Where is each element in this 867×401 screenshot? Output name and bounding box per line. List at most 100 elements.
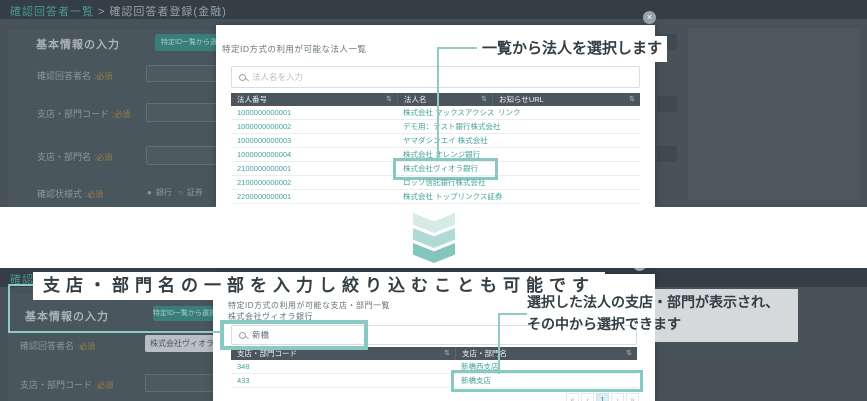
table-row[interactable]: 2100000000001株式会社ヴィオラ銀行 — [231, 162, 640, 176]
search-placeholder: 法人名を入力 — [252, 71, 303, 83]
corporation-table: 法人番号⇅法人名⇅お知らせURL⇅1000000000001株式会社 マックスア… — [231, 93, 640, 204]
pagination-button[interactable]: 1 — [596, 393, 609, 401]
table-cell — [492, 148, 640, 161]
column-header[interactable]: お知らせURL ⇅ — [492, 93, 640, 106]
table-cell[interactable]: 株式会社 トップリンクス証券 — [397, 190, 492, 203]
field-label-text: 支店・部門コード — [37, 109, 109, 119]
table-cell[interactable]: デモ用：テスト銀行株式会社 — [397, 120, 492, 133]
table-cell[interactable]: 1000000000002 — [231, 120, 397, 133]
column-header[interactable]: 法人番号 ⇅ — [231, 93, 397, 106]
table-cell[interactable]: リンク — [492, 106, 640, 119]
table-row[interactable]: 2100000000002ロッソ信託銀行株式会社 — [231, 176, 640, 190]
annotation-result-hint-line2: その中から選択できます — [527, 314, 681, 334]
required-badge: :必須 — [94, 153, 112, 162]
table-cell[interactable]: 2200000000001 — [231, 190, 397, 203]
close-icon[interactable]: × — [643, 11, 656, 24]
radio-label: 銀行 — [156, 188, 172, 197]
table-cell[interactable]: 2100000000002 — [231, 176, 397, 189]
modal-title: 特定ID方式の利用が可能な法人一覧 — [222, 43, 367, 55]
table-cell — [492, 162, 640, 175]
required-badge: :必須 — [112, 110, 130, 119]
field-label: 確認状様式:必須 — [37, 187, 103, 200]
table-cell[interactable]: 株式会社 マックスアクシス — [397, 106, 492, 119]
pagination: «‹1›» — [566, 393, 639, 401]
field-label-text: 確認回答者名 — [20, 341, 74, 351]
table-cell — [492, 176, 640, 189]
annotation-connector — [8, 284, 34, 286]
breadcrumb-link[interactable]: 確認回答者一覧 — [10, 6, 94, 18]
column-header-label: 法人番号 — [237, 95, 267, 104]
chevron-down-icon — [413, 213, 455, 233]
table-cell[interactable]: ヤマダシンエイ 株式会社 — [397, 134, 492, 147]
field-label: 支店・部門コード:必須 — [20, 378, 113, 391]
table-cell — [492, 134, 640, 147]
annotation-select-corporation: 一覧から法人を選択します — [477, 36, 667, 62]
background-panel — [688, 28, 860, 200]
answerer-name-input[interactable]: 株式会社ヴィオラ銀 — [145, 335, 215, 352]
field-label: 支店・部門コード:必須 — [37, 107, 130, 120]
table-cell[interactable]: 株式会社ヴィオラ銀行 — [397, 162, 492, 175]
table-cell[interactable]: 1000000000001 — [231, 106, 397, 119]
header-bar: 確認回答者一覧>確認回答者登録(金融) — [0, 0, 867, 19]
background-block — [657, 96, 677, 112]
annotation-search-hint: 支店・部門名の一部を入力し絞り込むことも可能です — [33, 272, 605, 300]
field-label-text: 確認回答者名 — [37, 71, 91, 81]
select-from-id-list-button[interactable]: 特定ID一覧から選択 — [153, 306, 215, 321]
annotation-connector — [8, 284, 10, 333]
column-header-label: お知らせURL — [499, 95, 544, 104]
column-header-label: 法人名 — [404, 95, 427, 104]
table-cell[interactable]: 1000000000004 — [231, 148, 397, 161]
table-cell[interactable]: 348 — [231, 360, 455, 373]
breadcrumb: 確認回答者一覧>確認回答者登録(金融) — [10, 3, 227, 19]
radio-label: 証券 — [187, 188, 203, 197]
flow-divider — [0, 207, 867, 268]
pagination-button[interactable]: » — [626, 393, 639, 401]
required-badge: :必須 — [94, 72, 112, 81]
column-header-label: 支店・部門コード — [237, 349, 297, 358]
annotation-connector — [8, 331, 222, 333]
sort-icon[interactable]: ⇅ — [629, 93, 635, 106]
table-cell[interactable]: 新橋支店 — [455, 374, 637, 387]
table-row[interactable]: 433新橋支店 — [231, 374, 637, 388]
annotation-connector — [498, 313, 500, 374]
corporation-search-input[interactable]: 法人名を入力 — [231, 66, 640, 88]
annotation-connector — [437, 47, 439, 158]
table-row[interactable]: 1000000000003ヤマダシンエイ 株式会社 — [231, 134, 640, 148]
breadcrumb-separator: > — [98, 6, 105, 18]
background-block — [657, 146, 677, 162]
sort-icon[interactable]: ⇅ — [481, 93, 487, 106]
table-cell[interactable]: 433 — [231, 374, 455, 387]
search-icon — [239, 74, 246, 81]
sort-icon[interactable]: ⇅ — [626, 347, 632, 360]
table-row[interactable]: 2200000000001株式会社 トップリンクス証券 — [231, 190, 640, 204]
table-cell[interactable]: 1000000000003 — [231, 134, 397, 147]
column-header[interactable]: 支店・部門名 ⇅ — [455, 347, 637, 360]
confirmation-format-radios: ● 銀行 ○ 証券 — [147, 187, 207, 198]
table-cell[interactable]: ロッソ信託銀行株式会社 — [397, 176, 492, 189]
radio-icon[interactable]: ○ — [178, 188, 183, 197]
radio-icon[interactable]: ● — [147, 188, 152, 197]
sort-icon[interactable]: ⇅ — [386, 93, 392, 106]
pagination-button[interactable]: ‹ — [581, 393, 594, 401]
pagination-button[interactable]: › — [611, 393, 624, 401]
screenshot-select-branch: 確認回答者一覧>確認回答者登録(金融) 基本情報の入力 特定ID一覧から選択 確… — [0, 268, 867, 401]
section-title: 基本情報の入力 — [36, 36, 120, 52]
field-label: 支店・部門名:必須 — [37, 150, 112, 163]
search-highlight-box — [220, 320, 368, 350]
tutorial-image: 確認回答者一覧>確認回答者登録(金融) 基本情報の入力 特定ID一覧から選択 確… — [0, 0, 867, 401]
section-title: 基本情報の入力 — [25, 308, 109, 324]
field-label: 確認回答者名:必須 — [20, 339, 95, 352]
sort-icon[interactable]: ⇅ — [444, 347, 450, 360]
annotation-connector — [437, 47, 478, 49]
table-cell[interactable]: 2100000000001 — [231, 162, 397, 175]
table-row[interactable]: 1000000000001株式会社 マックスアクシスリンク — [231, 106, 640, 120]
branch-code-input[interactable] — [145, 374, 215, 392]
column-header[interactable]: 法人名 ⇅ — [397, 93, 492, 106]
table-cell — [492, 190, 640, 203]
pagination-button[interactable]: « — [566, 393, 579, 401]
table-row[interactable]: 1000000000002デモ用：テスト銀行株式会社 — [231, 120, 640, 134]
annotation-connector — [498, 313, 527, 315]
table-cell — [492, 120, 640, 133]
column-header-label: 支店・部門名 — [462, 349, 507, 358]
field-label-text: 支店・部門名 — [37, 152, 91, 162]
